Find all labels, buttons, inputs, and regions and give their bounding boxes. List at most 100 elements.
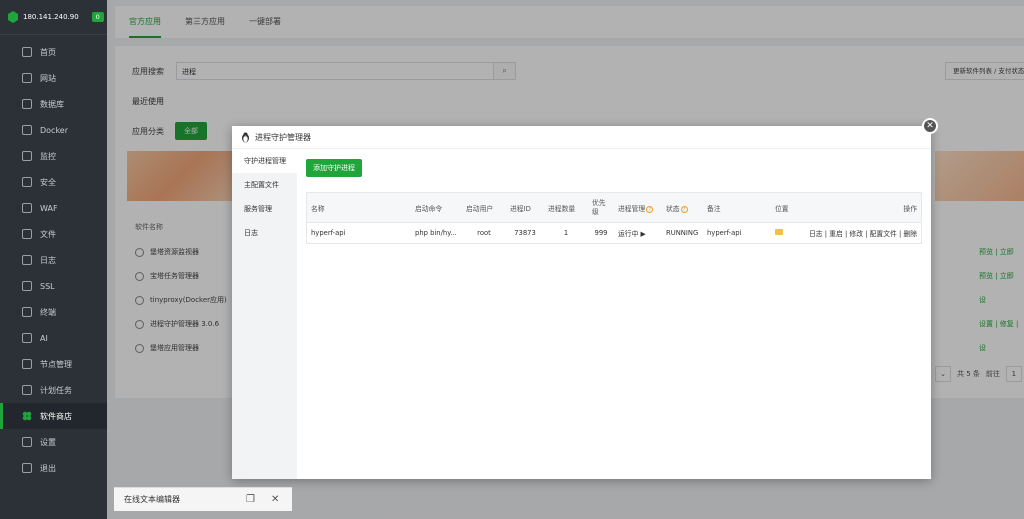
sidebar-item-7[interactable]: 文件 xyxy=(0,221,107,247)
add-daemon-button[interactable]: 添加守护进程 xyxy=(306,159,362,177)
nav-service-manage[interactable]: 服务管理 xyxy=(232,197,297,221)
folder-icon xyxy=(22,229,32,239)
sidebar-item-label: 日志 xyxy=(40,255,56,265)
sidebar-item-8[interactable]: 日志 xyxy=(0,247,107,273)
waf-icon xyxy=(22,203,32,213)
sidebar-item-label: 文件 xyxy=(40,229,56,239)
cell-user: root xyxy=(477,229,491,237)
monitor-icon xyxy=(22,151,32,161)
sidebar-item-label: 终端 xyxy=(40,307,56,317)
editor-title: 在线文本编辑器 xyxy=(124,495,180,504)
col-status-label: 状态 xyxy=(666,204,680,213)
cell-name: hyperf-api xyxy=(311,229,346,237)
cell-manage[interactable]: 运行中 ▶ xyxy=(614,223,662,244)
col-user: 启动用户 xyxy=(462,192,506,223)
node-icon xyxy=(22,359,32,369)
sidebar-item-label: 计划任务 xyxy=(40,385,72,395)
sidebar: 180.141.240.90 0 首页网站数据库 Docker 监控安全 WAF 文件日… xyxy=(0,0,107,519)
alert-badge[interactable]: 0 xyxy=(91,12,104,22)
help-icon[interactable]: ? xyxy=(646,205,654,213)
sidebar-item-9[interactable]: SSL xyxy=(0,273,107,299)
sidebar-item-0[interactable]: 首页 xyxy=(0,39,107,65)
home-icon xyxy=(22,47,32,57)
sidebar-item-1[interactable]: 网站 xyxy=(0,65,107,91)
sidebar-item-label: AI xyxy=(40,333,48,343)
col-command: 启动命令 xyxy=(411,192,462,223)
sidebar-item-label: 节点管理 xyxy=(40,359,72,369)
cell-ops[interactable]: 日志 | 重启 | 修改 | 配置文件 | 删除 xyxy=(799,223,922,244)
server-logo-icon xyxy=(8,11,18,23)
col-manage: 进程管理? xyxy=(614,192,662,223)
logout-icon xyxy=(22,463,32,473)
restore-icon[interactable]: ❐ xyxy=(246,494,255,505)
gear-icon xyxy=(22,437,32,447)
table-row: hyperf-api php bin/hy... root 73873 1 99… xyxy=(307,223,922,244)
sidebar-item-2[interactable]: 数据库 xyxy=(0,91,107,117)
folder-icon[interactable] xyxy=(775,229,783,235)
cell-pid: 73873 xyxy=(514,229,536,237)
sidebar-item-label: 数据库 xyxy=(40,99,64,109)
col-note: 备注 xyxy=(703,192,771,223)
penguin-icon xyxy=(242,132,249,142)
close-icon[interactable]: ✕ xyxy=(271,494,279,505)
sidebar-item-11[interactable]: AI xyxy=(0,325,107,351)
col-pid: 进程ID xyxy=(506,192,544,223)
nav-log[interactable]: 日志 xyxy=(232,221,297,245)
sidebar-item-label: 软件商店 xyxy=(40,411,72,421)
nav-main-config[interactable]: 主配置文件 xyxy=(232,173,297,197)
cell-count: 1 xyxy=(563,229,569,237)
modal-header: 进程守护管理器 xyxy=(232,126,931,149)
sidebar-item-label: 首页 xyxy=(40,47,56,57)
ssl-icon xyxy=(22,281,32,291)
help-icon[interactable]: ? xyxy=(680,205,688,213)
cell-location[interactable] xyxy=(771,223,799,244)
sidebar-item-16[interactable]: 退出 xyxy=(0,455,107,481)
cell-command: php bin/hy... xyxy=(415,229,457,237)
sidebar-item-4[interactable]: 监控 xyxy=(0,143,107,169)
calendar-icon xyxy=(22,385,32,395)
database-icon xyxy=(22,99,32,109)
shield-icon xyxy=(22,177,32,187)
sidebar-item-label: 设置 xyxy=(40,437,56,447)
col-count: 进程数量 xyxy=(544,192,588,223)
log-icon xyxy=(22,255,32,265)
sidebar-item-15[interactable]: 设置 xyxy=(0,429,107,455)
modal-nav: 守护进程管理 主配置文件 服务管理 日志 xyxy=(232,149,297,479)
close-icon[interactable]: ✕ xyxy=(922,118,938,134)
terminal-icon xyxy=(22,307,32,317)
col-location: 位置 xyxy=(771,192,799,223)
sidebar-item-13[interactable]: 计划任务 xyxy=(0,377,107,403)
cell-note: hyperf-api xyxy=(707,229,742,237)
sidebar-item-label: WAF xyxy=(40,203,58,213)
server-header: 180.141.240.90 0 xyxy=(0,0,107,35)
col-ops: 操作 xyxy=(799,192,922,223)
table-header: 名称 启动命令 启动用户 进程ID 进程数量 优先级 进程管理? 状态? 备注 … xyxy=(306,192,922,223)
col-priority: 优先级 xyxy=(588,192,614,223)
sidebar-item-label: SSL xyxy=(40,281,55,291)
process-table: 名称 启动命令 启动用户 进程ID 进程数量 优先级 进程管理? 状态? 备注 … xyxy=(306,192,922,244)
store-icon xyxy=(22,411,32,421)
nav-daemon-manage[interactable]: 守护进程管理 xyxy=(232,149,297,173)
sidebar-item-3[interactable]: Docker xyxy=(0,117,107,143)
sidebar-item-label: Docker xyxy=(40,125,69,135)
sidebar-item-14[interactable]: 软件商店 xyxy=(0,403,107,429)
sidebar-item-label: 网站 xyxy=(40,73,56,83)
text-editor-bar[interactable]: 在线文本编辑器 ❐ ✕ xyxy=(114,487,292,511)
cell-priority: 999 xyxy=(594,229,608,237)
process-manager-modal: 进程守护管理器 守护进程管理 主配置文件 服务管理 日志 添加守护进程 名称 启… xyxy=(232,126,931,479)
sidebar-item-10[interactable]: 终端 xyxy=(0,299,107,325)
sidebar-item-12[interactable]: 节点管理 xyxy=(0,351,107,377)
sidebar-item-label: 安全 xyxy=(40,177,56,187)
sidebar-item-6[interactable]: WAF xyxy=(0,195,107,221)
ai-icon xyxy=(22,333,32,343)
globe-icon xyxy=(22,73,32,83)
cell-status: RUNNING xyxy=(666,229,699,237)
docker-icon xyxy=(22,125,32,135)
sidebar-item-5[interactable]: 安全 xyxy=(0,169,107,195)
col-name: 名称 xyxy=(306,192,411,223)
col-manage-label: 进程管理 xyxy=(618,204,646,213)
sidebar-item-label: 退出 xyxy=(40,463,56,473)
modal-title: 进程守护管理器 xyxy=(255,132,311,142)
col-status: 状态? xyxy=(662,192,703,223)
server-ip: 180.141.240.90 xyxy=(23,13,79,21)
